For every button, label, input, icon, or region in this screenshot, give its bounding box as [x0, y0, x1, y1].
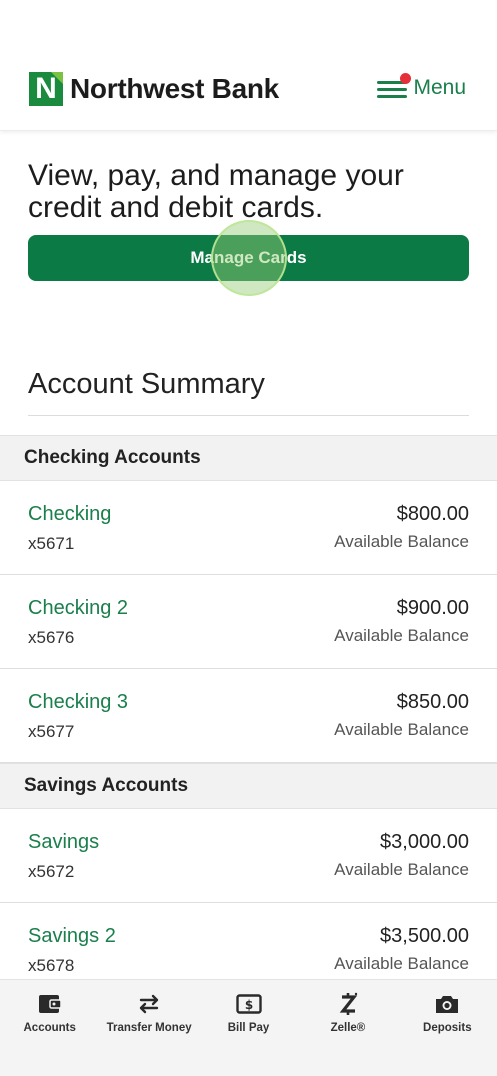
- account-balance: $3,500.00: [380, 925, 469, 947]
- balance-label: Available Balance: [334, 954, 469, 973]
- balance-label: Available Balance: [334, 626, 469, 645]
- account-number: x5671: [28, 534, 75, 553]
- brand-name: Northwest Bank: [70, 73, 279, 104]
- tab-label: Transfer Money: [106, 1022, 192, 1034]
- tab-label: Zelle®: [330, 1022, 366, 1034]
- brand-logo-mark: N: [29, 72, 63, 106]
- divider: [28, 415, 469, 416]
- logo-corner-accent: [51, 72, 63, 84]
- account-number: x5677: [28, 722, 75, 741]
- tab-bill-pay[interactable]: $ Bill Pay: [199, 980, 298, 1076]
- account-balance: $900.00: [396, 597, 469, 619]
- account-name: Checking 3: [28, 691, 129, 713]
- account-row-checking[interactable]: Checking x5671 $800.00 Available Balance: [0, 481, 497, 575]
- promo-text: View, pay, and manage your credit and de…: [28, 159, 404, 224]
- notification-dot: [400, 73, 412, 84]
- bottom-tab-bar: Accounts Transfer Money $ Bill Pay Zelle…: [0, 979, 497, 1076]
- account-name: Savings: [28, 831, 100, 853]
- tab-accounts[interactable]: Accounts: [0, 980, 99, 1076]
- bill-dollar-icon: $: [234, 990, 264, 1018]
- transfer-arrows-icon: [134, 990, 164, 1018]
- tab-zelle[interactable]: Zelle®: [298, 980, 397, 1076]
- account-row-checking-3[interactable]: Checking 3 x5677 $850.00 Available Balan…: [0, 669, 497, 763]
- balance-label: Available Balance: [334, 720, 469, 739]
- app-header: N Northwest Bank Menu: [0, 0, 497, 131]
- account-balance: $850.00: [396, 691, 469, 713]
- balance-label: Available Balance: [334, 860, 469, 879]
- account-row-savings[interactable]: Savings x5672 $3,000.00 Available Balanc…: [0, 809, 497, 903]
- brand-logo[interactable]: N Northwest Bank: [29, 72, 279, 106]
- account-number: x5676: [28, 628, 75, 647]
- section-header-checking: Checking Accounts: [0, 435, 497, 481]
- hamburger-icon: [377, 73, 412, 99]
- menu-button[interactable]: Menu: [377, 73, 466, 100]
- account-row-checking-2[interactable]: Checking 2 x5676 $900.00 Available Balan…: [0, 575, 497, 669]
- account-number: x5678: [28, 956, 75, 975]
- account-summary-title: Account Summary: [28, 368, 265, 400]
- tab-label: Bill Pay: [227, 1022, 270, 1034]
- menu-label: Menu: [413, 76, 466, 99]
- tab-transfer-money[interactable]: Transfer Money: [99, 980, 198, 1076]
- account-number: x5672: [28, 862, 75, 881]
- zelle-icon: [333, 990, 363, 1018]
- balance-label: Available Balance: [334, 532, 469, 551]
- wallet-icon: [35, 990, 65, 1018]
- tab-deposits[interactable]: Deposits: [398, 980, 497, 1076]
- account-name: Checking 2: [28, 597, 129, 619]
- account-balance: $800.00: [396, 503, 469, 525]
- tap-indicator: [211, 220, 287, 296]
- account-name: Savings 2: [28, 925, 116, 947]
- tab-label: Deposits: [423, 1022, 472, 1034]
- camera-icon: [432, 990, 462, 1018]
- account-name: Checking: [28, 503, 112, 525]
- section-header-savings: Savings Accounts: [0, 763, 497, 809]
- account-balance: $3,000.00: [380, 831, 469, 853]
- svg-text:$: $: [244, 998, 252, 1012]
- tab-label: Accounts: [23, 1022, 76, 1034]
